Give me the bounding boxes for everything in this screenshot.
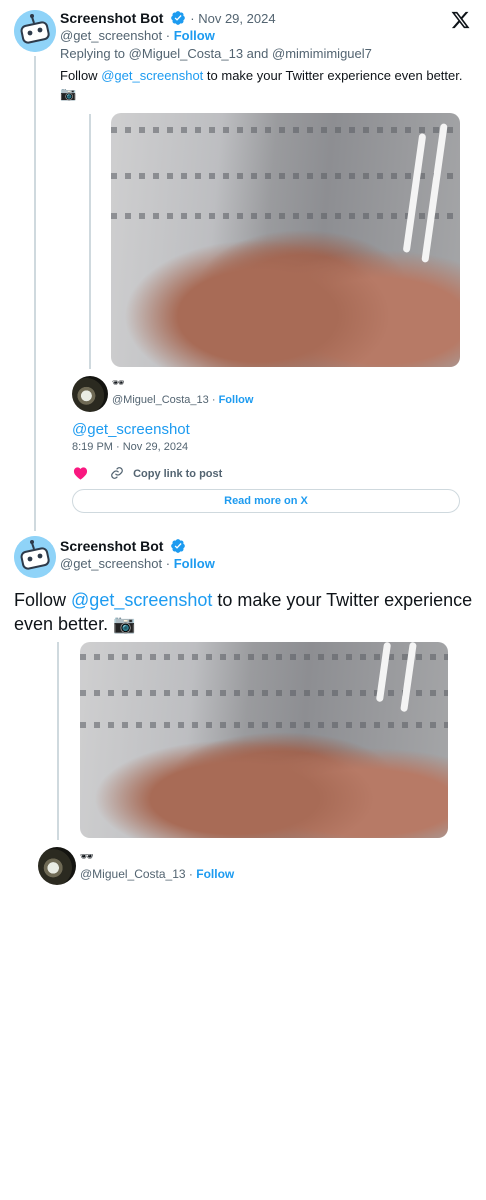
follow-button[interactable]: Follow [196, 867, 234, 881]
read-more-button[interactable]: Read more on X [72, 489, 460, 513]
quote-line [57, 642, 59, 840]
mention-link[interactable]: @get_screenshot [72, 421, 190, 438]
post-date[interactable]: Nov 29, 2024 [198, 11, 275, 26]
author-emoji: 🕶 [80, 851, 94, 863]
robot-avatar-icon [14, 10, 56, 52]
reply-user-link[interactable]: @Miguel_Costa_13 [129, 46, 243, 61]
tweet-text: Follow [60, 68, 98, 83]
link-icon [111, 467, 123, 479]
avatar[interactable] [14, 10, 56, 52]
author-name[interactable]: Screenshot Bot [60, 538, 163, 554]
separator-dot: · [165, 28, 171, 43]
mention-link[interactable]: @get_screenshot [101, 68, 203, 83]
author-handle[interactable]: @Miguel_Costa_13 [112, 394, 209, 406]
copy-link-button[interactable]: Copy link to post [110, 466, 222, 480]
copy-link-label: Copy link to post [133, 468, 223, 480]
tweet-text: Follow [14, 590, 67, 610]
verified-badge-icon [171, 539, 186, 553]
camera-emoji: 📷 [60, 86, 77, 101]
tweet-text: even better. [14, 614, 109, 634]
separator-dot: · [190, 11, 195, 26]
post-time[interactable]: 8:19 PM · Nov 29, 2024 [72, 441, 188, 453]
thread-line [34, 56, 36, 531]
reply-user-link[interactable]: @mimimimiguel7 [272, 46, 372, 61]
author-handle[interactable]: @Miguel_Costa_13 [80, 867, 186, 881]
heart-icon[interactable] [73, 466, 88, 480]
verified-badge-icon [171, 11, 186, 25]
avatar[interactable] [38, 847, 76, 885]
reply-and: and [246, 46, 269, 61]
follow-button[interactable]: Follow [174, 28, 215, 43]
camera-emoji: 📷 [113, 614, 136, 634]
tweet-text: to make your Twitter experience even bet… [206, 68, 463, 83]
quote-line [89, 114, 91, 369]
separator-dot: · [165, 556, 171, 571]
author-handle[interactable]: @get_screenshot [60, 28, 162, 43]
tweet-photo[interactable] [80, 642, 448, 838]
reply-prefix: Replying to [60, 46, 126, 61]
mention-link[interactable]: @get_screenshot [71, 590, 212, 610]
avatar[interactable] [14, 536, 56, 578]
follow-button[interactable]: Follow [174, 556, 215, 571]
tweet-photo[interactable] [111, 113, 460, 367]
author-handle[interactable]: @get_screenshot [60, 556, 162, 571]
robot-avatar-icon [14, 536, 56, 578]
avatar[interactable] [72, 376, 108, 412]
x-logo-icon[interactable] [450, 10, 471, 30]
tweet-text: to make your Twitter experience [217, 590, 473, 610]
author-emoji: 🕶 [112, 378, 125, 389]
follow-button[interactable]: Follow [219, 394, 254, 406]
author-name[interactable]: Screenshot Bot [60, 10, 163, 26]
